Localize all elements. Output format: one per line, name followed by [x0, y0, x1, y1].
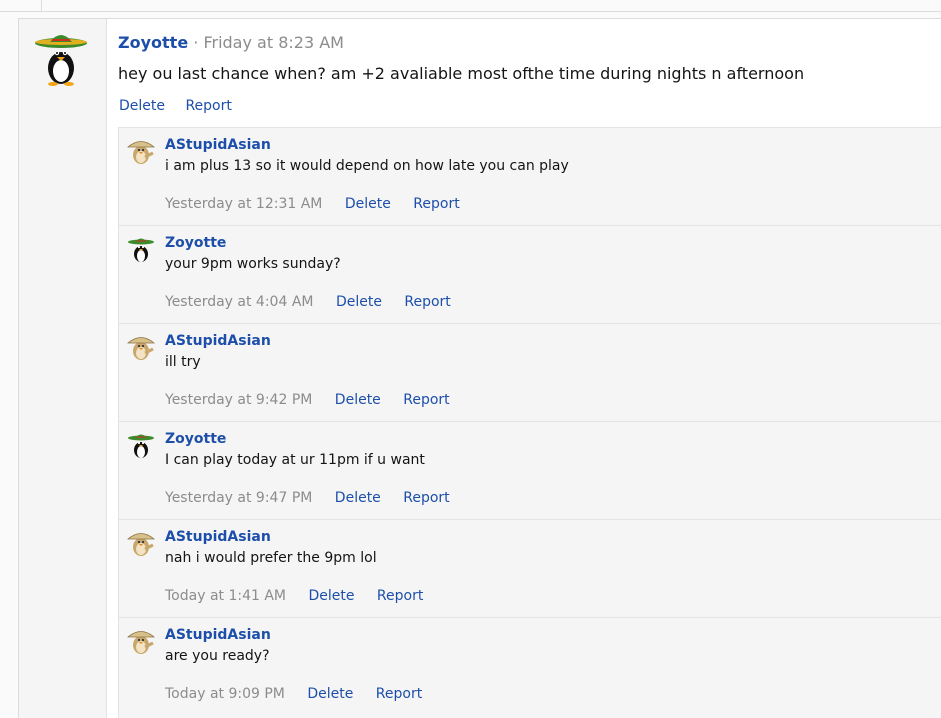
comment-delete-link[interactable]: Delete	[308, 588, 354, 604]
comment-meta: Yesterday at 9:47 PM Delete Report	[165, 490, 468, 506]
comment-author-link[interactable]: Zoyotte	[165, 235, 226, 251]
separator: ·	[193, 33, 199, 52]
comment-message: are you ready?	[165, 648, 270, 664]
comment-meta: Today at 1:41 AM Delete Report	[165, 588, 441, 604]
comment-item: AStupidAsian i am plus 13 so it would de…	[119, 127, 941, 225]
penguin-sombrero-icon[interactable]	[33, 30, 89, 86]
comment-item: Zoyotte I can play today at ur 11pm if u…	[119, 421, 941, 519]
comment-item: AStupidAsian are you ready? Today at 9:0…	[119, 617, 941, 715]
comment-author-link[interactable]: AStupidAsian	[165, 529, 271, 545]
comment-message: ill try	[165, 354, 201, 370]
penguin-rice-hat-icon[interactable]	[126, 627, 156, 655]
penguin-rice-hat-icon[interactable]	[126, 529, 156, 557]
post-author-link[interactable]: Zoyotte	[118, 33, 188, 52]
comment-meta: Yesterday at 12:31 AM Delete Report	[165, 196, 478, 212]
comment-timestamp[interactable]: Yesterday at 9:47 PM	[165, 490, 312, 506]
penguin-sombrero-icon[interactable]	[127, 431, 155, 459]
avatar-gutter	[19, 19, 107, 718]
comment-report-link[interactable]: Report	[413, 196, 459, 212]
comment-report-link[interactable]: Report	[376, 686, 422, 702]
comment-delete-link[interactable]: Delete	[336, 294, 382, 310]
comment-timestamp[interactable]: Yesterday at 12:31 AM	[165, 196, 322, 212]
comment-report-link[interactable]: Report	[403, 392, 449, 408]
comment-timestamp[interactable]: Today at 1:41 AM	[165, 588, 286, 604]
previous-post-strip	[0, 0, 941, 12]
profile-post: Zoyotte · Friday at 8:23 AM hey ou last …	[18, 18, 941, 718]
comment-timestamp[interactable]: Yesterday at 9:42 PM	[165, 392, 312, 408]
comment-message: nah i would prefer the 9pm lol	[165, 550, 377, 566]
comment-timestamp[interactable]: Today at 9:09 PM	[165, 686, 285, 702]
comment-message: i am plus 13 so it would depend on how l…	[165, 158, 569, 174]
comment-list: AStupidAsian i am plus 13 so it would de…	[118, 127, 941, 718]
post-delete-link[interactable]: Delete	[119, 98, 165, 114]
post-header: Zoyotte · Friday at 8:23 AM	[118, 33, 344, 52]
comment-delete-link[interactable]: Delete	[307, 686, 353, 702]
comment-author-link[interactable]: AStupidAsian	[165, 333, 271, 349]
post-report-link[interactable]: Report	[185, 98, 231, 114]
comment-message: your 9pm works sunday?	[165, 256, 341, 272]
comment-item: AStupidAsian nah i would prefer the 9pm …	[119, 519, 941, 617]
post-actions: Delete Report	[119, 98, 248, 114]
comment-meta: Today at 9:09 PM Delete Report	[165, 686, 440, 702]
comment-report-link[interactable]: Report	[377, 588, 423, 604]
penguin-rice-hat-icon[interactable]	[126, 137, 156, 165]
comment-meta: Yesterday at 4:04 AM Delete Report	[165, 294, 469, 310]
comment-report-link[interactable]: Report	[403, 490, 449, 506]
comment-author-link[interactable]: AStupidAsian	[165, 137, 271, 153]
comment-timestamp[interactable]: Yesterday at 4:04 AM	[165, 294, 313, 310]
penguin-rice-hat-icon[interactable]	[126, 333, 156, 361]
comment-item: AStupidAsian ill try Yesterday at 9:42 P…	[119, 323, 941, 421]
comment-author-link[interactable]: AStupidAsian	[165, 627, 271, 643]
comment-message: I can play today at ur 11pm if u want	[165, 452, 425, 468]
comment-delete-link[interactable]: Delete	[335, 392, 381, 408]
comment-delete-link[interactable]: Delete	[335, 490, 381, 506]
comment-report-link[interactable]: Report	[404, 294, 450, 310]
comment-meta: Yesterday at 9:42 PM Delete Report	[165, 392, 468, 408]
comment-item: Zoyotte your 9pm works sunday? Yesterday…	[119, 225, 941, 323]
post-message: hey ou last chance when? am +2 avaliable…	[118, 64, 805, 83]
post-timestamp[interactable]: Friday at 8:23 AM	[203, 33, 344, 52]
comment-author-link[interactable]: Zoyotte	[165, 431, 226, 447]
penguin-sombrero-icon[interactable]	[127, 235, 155, 263]
comment-delete-link[interactable]: Delete	[345, 196, 391, 212]
